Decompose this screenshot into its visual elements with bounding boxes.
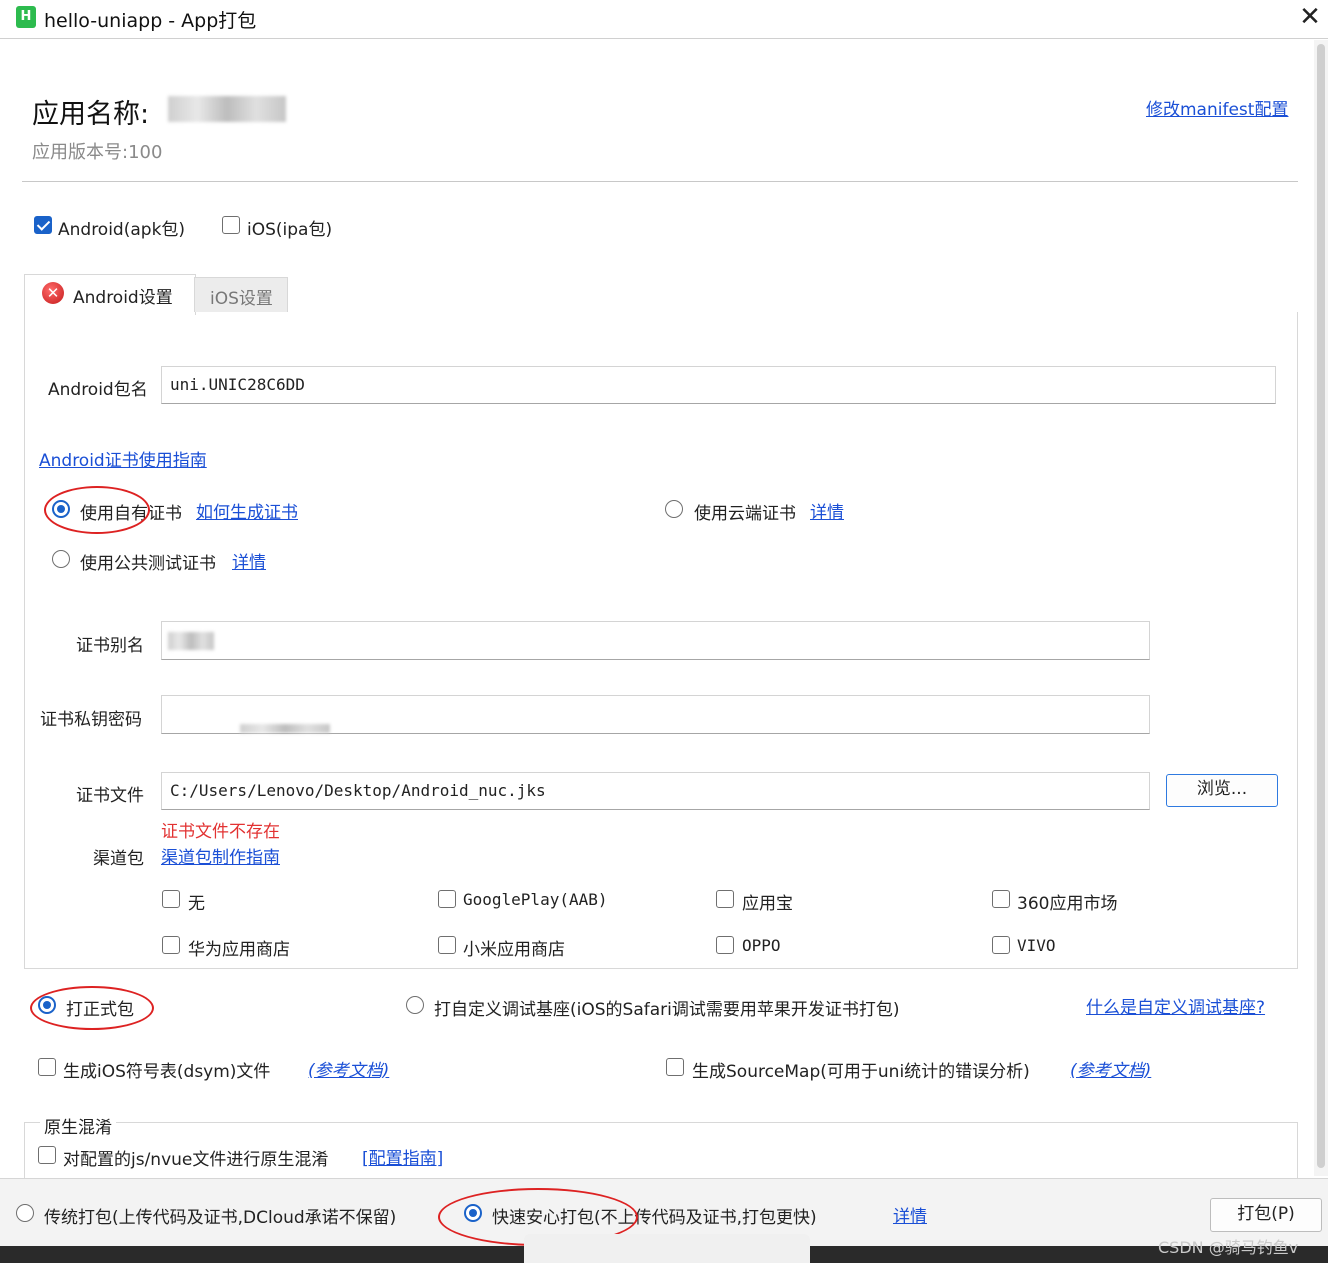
cloud-cert-radio[interactable] — [665, 500, 683, 518]
cert-alias-input[interactable] — [161, 621, 1150, 660]
obfuscation-label: 对配置的js/nvue文件进行原生混淆 — [63, 1150, 329, 1170]
custom-base-radio[interactable] — [406, 996, 424, 1014]
channel-oppo-checkbox[interactable] — [716, 936, 734, 954]
fast-pack-radio[interactable] — [464, 1204, 482, 1222]
fast-pack-label: 快速安心打包(不上传代码及证书,打包更快) — [492, 1208, 817, 1228]
cloud-cert-details-link[interactable]: 详情 — [810, 498, 844, 523]
android-cert-guide-link[interactable]: Android证书使用指南 — [39, 446, 207, 471]
ios-platform-checkbox[interactable] — [222, 216, 240, 234]
channel-360-checkbox[interactable] — [992, 890, 1010, 908]
cert-alias-label: 证书别名 — [76, 636, 144, 656]
custom-base-help-link[interactable]: 什么是自定义调试基座? — [1086, 993, 1265, 1018]
pack-button[interactable]: 打包(P) — [1210, 1198, 1322, 1232]
sourcemap-label: 生成SourceMap(可用于uni统计的错误分析) — [692, 1062, 1030, 1082]
channel-vivo-checkbox[interactable] — [992, 936, 1010, 954]
own-cert-radio[interactable] — [52, 500, 70, 518]
channel-huawei-label: 华为应用商店 — [188, 940, 290, 960]
obfuscation-guide-link[interactable]: [配置指南] — [362, 1144, 443, 1169]
hbuilder-app-icon: H — [16, 6, 36, 28]
sourcemap-docs-link[interactable]: (参考文档) — [1070, 1056, 1151, 1081]
custom-base-label: 打自定义调试基座(iOS的Safari调试需要用苹果开发证书打包) — [434, 1000, 900, 1020]
cert-password-value-redacted — [240, 724, 330, 733]
obfuscation-checkbox[interactable] — [38, 1146, 56, 1164]
traditional-pack-label: 传统打包(上传代码及证书,DCloud承诺不保留) — [44, 1208, 397, 1228]
app-version: 应用版本号:100 — [32, 142, 163, 163]
tab-android-label: Android设置 — [73, 288, 173, 308]
release-build-radio[interactable] — [38, 996, 56, 1014]
channel-label: 渠道包 — [93, 849, 144, 869]
channel-yingyongbao-label: 应用宝 — [742, 894, 793, 914]
channel-googleplay-label: GooglePlay(AAB) — [463, 890, 608, 909]
public-test-cert-label: 使用公共测试证书 — [80, 554, 216, 574]
error-icon: ✕ — [42, 282, 64, 304]
app-name-label: 应用名称: — [32, 99, 150, 130]
tab-ios-label: iOS设置 — [210, 289, 273, 309]
cert-file-label: 证书文件 — [76, 786, 144, 806]
how-to-generate-cert-link[interactable]: 如何生成证书 — [196, 498, 298, 523]
edit-manifest-link[interactable]: 修改manifest配置 — [1146, 95, 1288, 120]
public-test-cert-radio[interactable] — [52, 550, 70, 568]
cert-file-input[interactable]: C:/Users/Lenovo/Desktop/Android_nuc.jks — [161, 772, 1150, 810]
public-test-cert-details-link[interactable]: 详情 — [232, 548, 266, 573]
channel-xiaomi-label: 小米应用商店 — [463, 940, 565, 960]
package-name-label: Android包名 — [48, 380, 148, 400]
traditional-pack-radio[interactable] — [16, 1204, 34, 1222]
channel-vivo-label: VIVO — [1017, 936, 1056, 955]
obfuscation-group-title: 原生混淆 — [40, 1113, 116, 1138]
app-name-value-redacted — [168, 96, 286, 122]
fast-pack-details-link[interactable]: 详情 — [893, 1202, 927, 1227]
watermark: CSDN @骑马钓鱼v — [1158, 1238, 1299, 1257]
channel-none-checkbox[interactable] — [162, 890, 180, 908]
dsym-label: 生成iOS符号表(dsym)文件 — [63, 1062, 271, 1082]
cert-file-error: 证书文件不存在 — [161, 822, 280, 842]
package-name-input[interactable]: uni.UNIC28C6DD — [161, 366, 1276, 404]
dsym-checkbox[interactable] — [38, 1058, 56, 1076]
own-cert-label: 使用自有证书 — [80, 504, 182, 524]
channel-oppo-label: OPPO — [742, 936, 781, 955]
overlapping-popup-edge — [524, 1234, 810, 1263]
cloud-cert-label: 使用云端证书 — [694, 504, 796, 524]
browse-button[interactable]: 浏览... — [1166, 774, 1278, 807]
channel-360-label: 360应用市场 — [1017, 894, 1118, 914]
dsym-docs-link[interactable]: (参考文档) — [308, 1056, 389, 1081]
ios-platform-label: iOS(ipa包) — [247, 220, 333, 240]
sourcemap-checkbox[interactable] — [666, 1058, 684, 1076]
channel-huawei-checkbox[interactable] — [162, 936, 180, 954]
cert-alias-value-redacted — [168, 632, 214, 650]
channel-none-label: 无 — [188, 894, 205, 914]
channel-yingyongbao-checkbox[interactable] — [716, 890, 734, 908]
android-platform-checkbox[interactable] — [34, 216, 52, 234]
channel-guide-link[interactable]: 渠道包制作指南 — [161, 843, 280, 868]
channel-xiaomi-checkbox[interactable] — [438, 936, 456, 954]
channel-googleplay-checkbox[interactable] — [438, 890, 456, 908]
header-divider — [22, 181, 1298, 182]
scrollbar-thumb[interactable] — [1317, 44, 1325, 1168]
cert-password-label: 证书私钥密码 — [40, 710, 142, 730]
window-title: hello-uniapp - App打包 — [44, 10, 257, 32]
release-build-label: 打正式包 — [66, 1000, 134, 1020]
close-icon[interactable]: ✕ — [1296, 4, 1324, 32]
android-platform-label: Android(apk包) — [58, 220, 186, 240]
